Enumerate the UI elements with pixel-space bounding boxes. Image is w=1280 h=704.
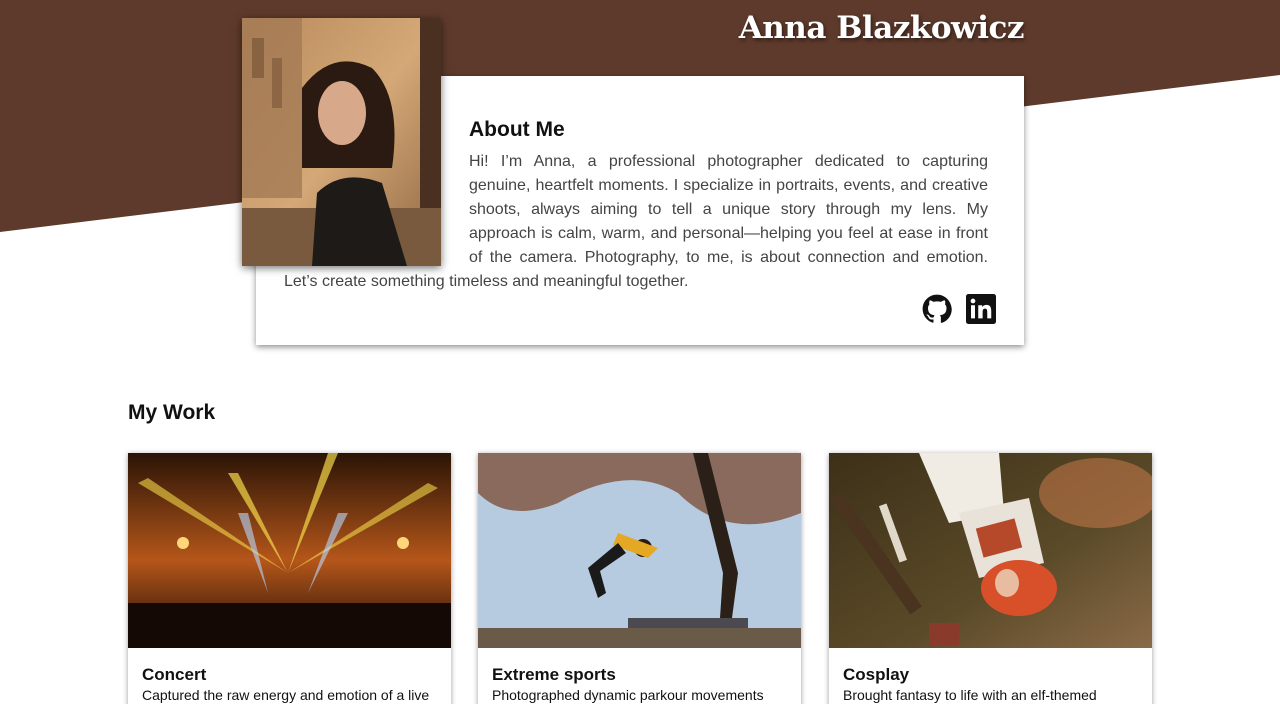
about-title: About Me bbox=[469, 118, 565, 141]
card-description: Photographed dynamic parkour movements bbox=[492, 687, 764, 703]
cosplay-photo bbox=[829, 453, 1152, 648]
card-title: Extreme sports bbox=[492, 665, 616, 684]
github-icon bbox=[922, 294, 952, 323]
github-link[interactable] bbox=[922, 294, 952, 324]
linkedin-icon bbox=[966, 294, 996, 324]
concert-photo bbox=[128, 453, 451, 648]
card-title: Concert bbox=[142, 665, 207, 684]
work-card-concert[interactable]: Concert Captured the raw energy and emot… bbox=[128, 453, 451, 704]
my-work-title: My Work bbox=[128, 401, 216, 424]
profile-photo bbox=[242, 18, 441, 266]
card-description: Captured the raw energy and emotion of a… bbox=[142, 687, 430, 703]
site-title: Anna Blazkowicz bbox=[738, 10, 1025, 46]
card-title: Cosplay bbox=[843, 665, 910, 684]
work-card-cosplay[interactable]: Cosplay Brought fantasy to life with an … bbox=[829, 453, 1152, 704]
work-card-extreme-sports[interactable]: Extreme sports Photographed dynamic park… bbox=[478, 453, 801, 704]
social-links bbox=[922, 294, 996, 324]
card-description: Brought fantasy to life with an elf-them… bbox=[843, 687, 1097, 703]
linkedin-link[interactable] bbox=[966, 294, 996, 324]
parkour-photo bbox=[478, 453, 801, 648]
